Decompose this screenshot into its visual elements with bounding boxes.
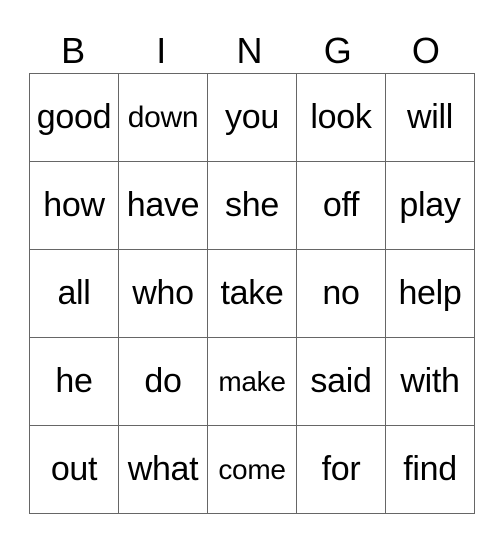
bingo-cell: said [296,337,386,426]
bingo-cell: look [296,73,386,162]
bingo-cell: down [118,73,208,162]
bingo-cell: take [207,249,297,338]
bingo-cell: he [29,337,119,426]
grid-row: how have she off play [29,161,475,250]
bingo-cell: with [385,337,475,426]
bingo-cell: she [207,161,297,250]
grid-row: out what come for find [29,425,475,514]
bingo-cell: out [29,425,119,514]
header-letter-o: O [411,30,440,71]
bingo-cell: off [296,161,386,250]
header-letter-n: N [236,30,263,71]
bingo-cell: come [207,425,297,514]
bingo-header: B I N G O [29,28,470,73]
bingo-cell: who [118,249,208,338]
bingo-cell: will [385,73,475,162]
bingo-cell: play [385,161,475,250]
grid-row: he do make said with [29,337,475,426]
bingo-cell: you [207,73,297,162]
grid-row: good down you look will [29,73,475,162]
bingo-cell: do [118,337,208,426]
grid-row: all who take no help [29,249,475,338]
bingo-cell: all [29,249,119,338]
bingo-cell: make [207,337,297,426]
bingo-cell: find [385,425,475,514]
header-letter-b: B [61,30,86,71]
bingo-grid: good down you look will how have she off… [29,73,475,514]
bingo-cell: good [29,73,119,162]
header-letter-g: G [323,30,352,71]
bingo-cell: for [296,425,386,514]
bingo-cell: what [118,425,208,514]
bingo-cell: have [118,161,208,250]
bingo-cell: help [385,249,475,338]
bingo-cell: how [29,161,119,250]
bingo-cell: no [296,249,386,338]
header-letter-i: I [156,30,167,71]
